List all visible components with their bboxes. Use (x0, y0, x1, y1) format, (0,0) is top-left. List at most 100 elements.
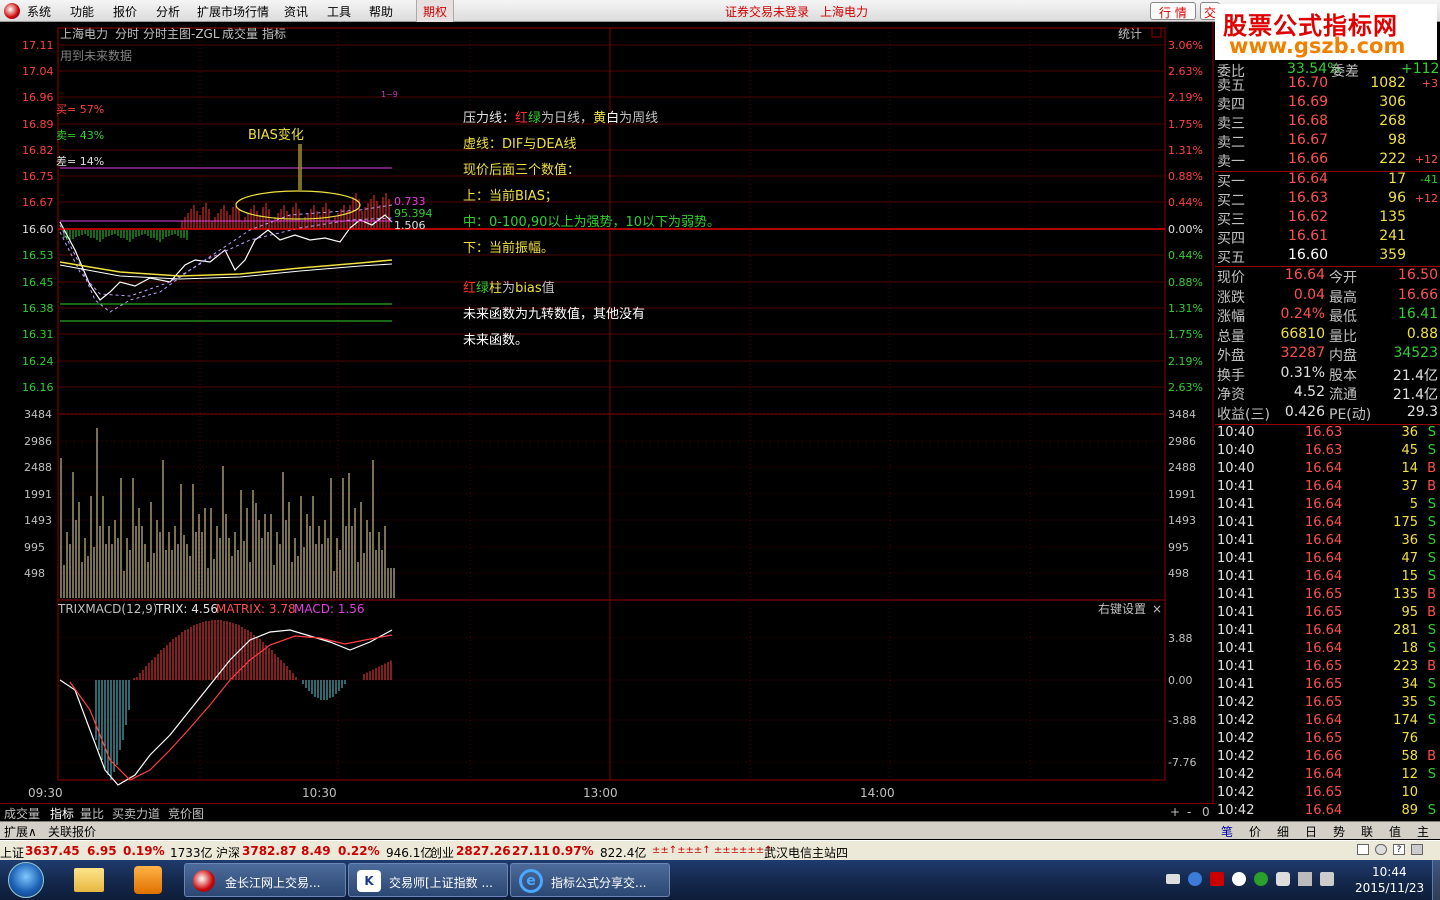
sell-level-5[interactable]: 卖五 16.70 1082 +3 (1215, 74, 1440, 94)
tick-volume: 15 (1401, 569, 1418, 584)
help-icon[interactable]: ? (1393, 844, 1405, 855)
window-icon[interactable] (1357, 844, 1369, 855)
buy-level-4[interactable]: 买四 16.61 241 (1215, 227, 1440, 247)
lock-icon[interactable] (1375, 844, 1387, 855)
right-tab-5[interactable]: 联 (1361, 823, 1373, 840)
tick-row[interactable]: 10:41 16.65 223 B (1215, 658, 1440, 676)
chart-volume-label[interactable]: 成交量 (222, 26, 258, 41)
trader-tray-icon[interactable] (1232, 872, 1246, 886)
tick-row[interactable]: 10:41 16.64 281 S (1215, 622, 1440, 640)
taskbar-app-3[interactable]: e 指标公式分享交... (510, 863, 670, 897)
clock-date[interactable]: 2015/11/23 (1355, 881, 1424, 895)
stat-button[interactable]: 统计 (1118, 27, 1142, 41)
taskbar-app-1[interactable]: 金长江网上交易... (184, 863, 346, 897)
taskbar-app-2[interactable]: K 交易师[上证指数 ... (348, 863, 508, 897)
tab-options[interactable]: 期权 (416, 0, 454, 22)
tick-row[interactable]: 10:40 16.63 45 S (1215, 442, 1440, 460)
keyboard-icon[interactable] (1166, 874, 1180, 884)
tab-auction-chart[interactable]: 竞价图 (168, 805, 204, 822)
tick-row[interactable]: 10:42 16.64 12 S (1215, 766, 1440, 784)
security-tray-icon[interactable] (1254, 872, 1268, 886)
tick-side: S (1427, 443, 1436, 458)
menu-tools[interactable]: 工具 (327, 3, 351, 20)
menu-info[interactable]: 资讯 (284, 3, 308, 20)
shield-icon[interactable] (1276, 872, 1290, 886)
right-click-settings[interactable]: 右键设置 (1098, 601, 1146, 616)
arrow-tray-icon[interactable] (1210, 872, 1224, 886)
stat-close-icon[interactable] (1151, 27, 1162, 38)
tick-row[interactable]: 10:40 16.63 36 S (1215, 424, 1440, 442)
tick-row[interactable]: 10:41 16.64 47 S (1215, 550, 1440, 568)
start-button-icon[interactable] (8, 862, 44, 898)
right-tab-6[interactable]: 值 (1389, 823, 1401, 840)
buy-level-2[interactable]: 买二 16.63 96 +12 (1215, 189, 1440, 209)
right-tab-2[interactable]: 细 (1277, 823, 1289, 840)
buy-level-5[interactable]: 买五 16.60 359 (1215, 246, 1440, 266)
tick-row[interactable]: 10:41 16.65 34 S (1215, 676, 1440, 694)
clock-time[interactable]: 10:44 (1372, 865, 1407, 879)
tick-row[interactable]: 10:41 16.64 18 S (1215, 640, 1440, 658)
right-tab-1[interactable]: 价 (1249, 823, 1261, 840)
right-tab-4[interactable]: 势 (1333, 823, 1345, 840)
zoom-out-button[interactable]: - (1187, 805, 1191, 819)
chart-indicator-label[interactable]: 指标 (262, 26, 286, 41)
sell-level-2[interactable]: 卖二 16.67 98 (1215, 131, 1440, 151)
tile-icon[interactable] (1411, 844, 1423, 855)
sell-level-3[interactable]: 卖三 16.68 268 (1215, 112, 1440, 132)
tab-volume[interactable]: 成交量 (4, 805, 40, 822)
tick-row[interactable]: 10:41 16.65 95 B (1215, 604, 1440, 622)
market-breadth-arrows: ±±↑±±±↑ ±±±±±±↑ (652, 845, 773, 856)
zoom-reset-button[interactable]: 0 (1202, 805, 1210, 819)
show-desktop-button[interactable] (1432, 860, 1440, 900)
ext-tab-expand[interactable]: 扩展∧ (4, 823, 37, 840)
chart-tab-intraday[interactable]: 分时 (115, 27, 139, 41)
help-tray-icon[interactable] (1188, 872, 1202, 886)
tick-row[interactable]: 10:42 16.66 58 B (1215, 748, 1440, 766)
tick-row[interactable]: 10:42 16.64 89 S (1215, 802, 1440, 820)
tick-price: 16.63 (1305, 443, 1343, 458)
tick-row[interactable]: 10:42 16.64 174 S (1215, 712, 1440, 730)
tick-row[interactable]: 10:41 16.64 36 S (1215, 532, 1440, 550)
quote-button[interactable]: 行 情 (1150, 2, 1196, 20)
right-tab-7[interactable]: 主 (1417, 823, 1429, 840)
login-status[interactable]: 证券交易未登录 (725, 3, 809, 20)
macd-close-icon[interactable]: × (1152, 602, 1162, 616)
site-watermark: 股票公式指标网 www.gszb.com (1215, 4, 1437, 60)
network-icon[interactable] (1298, 872, 1312, 886)
tab-indicator[interactable]: 指标 (50, 805, 74, 822)
tick-row[interactable]: 10:42 16.65 76 (1215, 730, 1440, 748)
buy-level-1[interactable]: 买一 16.64 17 -41 (1215, 170, 1440, 190)
ext-tab-related[interactable]: 关联报价 (48, 823, 96, 840)
tab-buy-sell-power[interactable]: 买卖力道 (112, 805, 160, 822)
menu-analysis[interactable]: 分析 (156, 3, 180, 20)
tick-row[interactable]: 10:41 16.64 175 S (1215, 514, 1440, 532)
menu-system[interactable]: 系统 (27, 3, 51, 20)
tab-volume-ratio[interactable]: 量比 (80, 805, 104, 822)
tick-row[interactable]: 10:41 16.64 15 S (1215, 568, 1440, 586)
tick-row[interactable]: 10:41 16.64 37 B (1215, 478, 1440, 496)
cy-change: 27.11 (512, 844, 550, 858)
tick-row[interactable]: 10:42 16.65 10 (1215, 784, 1440, 802)
buy-level-3[interactable]: 买三 16.62 135 (1215, 208, 1440, 228)
menu-extended-market[interactable]: 扩展市场行情 (197, 3, 269, 20)
tick-row[interactable]: 10:42 16.65 35 S (1215, 694, 1440, 712)
right-tab-0[interactable]: 笔 (1221, 823, 1233, 840)
status-icons[interactable]: ? (1357, 843, 1437, 858)
tick-row[interactable]: 10:40 16.64 14 B (1215, 460, 1440, 478)
tick-row[interactable]: 10:41 16.65 135 B (1215, 586, 1440, 604)
volume-icon[interactable] (1320, 872, 1334, 886)
sell-level-4[interactable]: 卖四 16.69 306 (1215, 93, 1440, 113)
quote-label: 净资 (1217, 387, 1245, 403)
zoom-in-button[interactable]: + (1170, 805, 1180, 819)
explorer-icon[interactable] (74, 868, 104, 892)
right-tab-3[interactable]: 日 (1305, 823, 1317, 840)
tick-row[interactable]: 10:41 16.64 5 S (1215, 496, 1440, 514)
sell-level-1[interactable]: 卖一 16.66 222 +12 (1215, 150, 1440, 170)
time-tick: 10:30 (302, 786, 337, 800)
pct-tick-right: 1.75% (1168, 118, 1203, 131)
chart-main-formula[interactable]: 分时主图-ZGL (143, 27, 220, 41)
media-player-icon[interactable] (134, 866, 162, 894)
menu-quote[interactable]: 报价 (113, 3, 137, 20)
menu-help[interactable]: 帮助 (369, 3, 393, 20)
menu-function[interactable]: 功能 (70, 3, 94, 20)
